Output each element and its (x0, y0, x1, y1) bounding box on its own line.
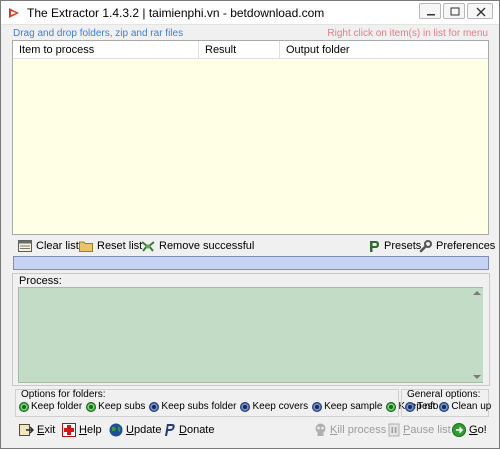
skull-icon (315, 423, 326, 436)
folder-icon (79, 241, 93, 252)
maximize-button[interactable] (443, 3, 465, 19)
help-icon (62, 423, 76, 437)
go-button[interactable]: Go! (452, 421, 487, 439)
presets-button[interactable]: Presets (369, 238, 421, 254)
kill-process-label: Kill process (330, 424, 387, 436)
update-label: Update (126, 424, 162, 436)
go-label: Go! (469, 424, 487, 436)
close-button[interactable] (467, 3, 493, 19)
test-label: Test (417, 401, 436, 412)
list-header: Item to process Result Output folder (13, 41, 488, 59)
general-options-row: Test Clean up (405, 401, 495, 412)
keep-sample-option[interactable]: Keep sample (312, 401, 382, 412)
clear-list-icon (18, 240, 32, 252)
keep-subs-option[interactable]: Keep subs (86, 401, 145, 412)
keep-covers-option[interactable]: Keep covers (240, 401, 308, 412)
radio-off-icon (439, 401, 450, 412)
close-icon (476, 7, 486, 17)
update-button[interactable]: Update (109, 421, 161, 439)
process-label: Process: (19, 275, 62, 287)
radio-off-icon (149, 401, 160, 412)
process-log[interactable] (18, 287, 483, 383)
column-item-to-process[interactable]: Item to process (13, 41, 199, 59)
exit-button[interactable]: Exit (19, 421, 55, 439)
keep-subs-folder-label: Keep subs folder (161, 401, 237, 412)
help-label: Help (79, 424, 102, 436)
process-group: Process: (12, 273, 490, 386)
window-title: The Extractor 1.4.3.2 | taimienphi.vn - … (27, 6, 325, 20)
process-scrollbar[interactable] (471, 288, 483, 382)
exit-label: Exit (37, 424, 56, 436)
donate-button[interactable]: Donate (163, 421, 214, 439)
title-bar[interactable]: The Extractor 1.4.3.2 | taimienphi.vn - … (1, 1, 499, 25)
radio-off-icon (405, 401, 415, 412)
radio-off-icon (240, 401, 251, 412)
app-window: The Extractor 1.4.3.2 | taimienphi.vn - … (0, 0, 500, 449)
radio-on-icon (19, 401, 29, 412)
scroll-down-icon[interactable] (473, 374, 481, 380)
folder-options-group: Options for folders: Keep folder Keep su… (15, 389, 439, 417)
progress-bar (13, 256, 489, 270)
folder-options-title: Options for folders: (21, 389, 106, 400)
keep-sample-label: Keep sample (324, 401, 383, 412)
exit-icon (19, 424, 34, 436)
remove-successful-label: Remove successful (159, 240, 255, 252)
test-option[interactable]: Test (405, 401, 435, 412)
pause-list-label: Pause list (403, 424, 451, 436)
right-click-hint: Right click on item(s) in list for menu (327, 28, 488, 39)
keep-subs-label: Keep subs (98, 401, 146, 412)
minimize-button[interactable] (419, 3, 441, 19)
radio-off-icon (312, 401, 323, 412)
globe-icon (109, 423, 123, 437)
keep-folder-option[interactable]: Keep folder (19, 401, 82, 412)
keep-folder-label: Keep folder (31, 401, 83, 412)
radio-on-icon (86, 401, 97, 412)
clean-up-option[interactable]: Clean up (439, 401, 491, 412)
process-list[interactable]: Item to process Result Output folder (12, 40, 489, 235)
clean-up-label: Clean up (451, 401, 492, 412)
remove-successful-icon (141, 240, 155, 252)
reset-list-button[interactable]: Reset list (79, 238, 142, 254)
paypal-icon (165, 424, 175, 436)
maximize-icon (450, 7, 460, 16)
go-icon (452, 423, 466, 437)
presets-icon (370, 240, 379, 252)
app-logo-icon (9, 8, 19, 18)
general-options-title: General options: (407, 389, 481, 400)
help-button[interactable]: Help (62, 421, 102, 439)
wrench-icon (419, 239, 432, 252)
clear-list-button[interactable]: Clear list (18, 238, 79, 254)
column-output-folder[interactable]: Output folder (280, 41, 488, 59)
folder-options-row: Keep folder Keep subs Keep subs folder K… (19, 401, 443, 412)
preferences-label: Preferences (436, 240, 496, 252)
remove-successful-button[interactable]: Remove successful (141, 238, 254, 254)
presets-label: Presets (384, 240, 422, 252)
keep-subs-folder-option[interactable]: Keep subs folder (149, 401, 236, 412)
clear-list-label: Clear list (36, 240, 79, 252)
reset-list-label: Reset list (97, 240, 143, 252)
keep-covers-label: Keep covers (252, 401, 309, 412)
donate-label: Donate (179, 424, 215, 436)
drag-drop-hint: Drag and drop folders, zip and rar files (13, 28, 184, 39)
scroll-up-icon[interactable] (473, 290, 481, 296)
pause-list-button[interactable]: Pause list (388, 421, 451, 439)
kill-process-button[interactable]: Kill process (314, 421, 386, 439)
general-options-group: General options: Test Clean up (401, 389, 491, 417)
preferences-button[interactable]: Preferences (419, 238, 495, 254)
column-result[interactable]: Result (199, 41, 280, 59)
minimize-icon (427, 14, 435, 16)
radio-on-icon (386, 401, 397, 412)
pause-icon (388, 423, 400, 437)
